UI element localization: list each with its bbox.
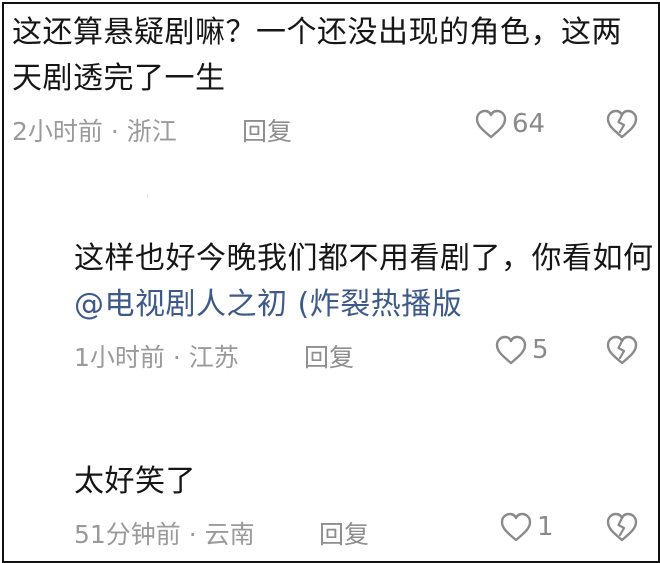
like-count: 1: [537, 512, 554, 542]
comment-meta: 51分钟前 · 云南 回复 1: [74, 511, 654, 551]
broken-heart-icon: [606, 109, 638, 139]
comment-item: 这还算悬疑剧嘛？一个还没出现的角色，这两天剧透完了一生 2小时前 · 浙江 回复…: [12, 10, 652, 148]
comment-meta: 2小时前 · 浙江 回复 64: [12, 108, 652, 148]
like-button[interactable]: 5: [494, 334, 549, 366]
comment-list-frame: 这还算悬疑剧嘛？一个还没出现的角色，这两天剧透完了一生 2小时前 · 浙江 回复…: [2, 2, 660, 563]
comment-text: 这还算悬疑剧嘛？一个还没出现的角色，这两天剧透完了一生: [12, 15, 622, 96]
comment-body: 这样也好今晚我们都不用看剧了，你看如何: [74, 241, 654, 276]
dislike-button[interactable]: [604, 511, 640, 543]
broken-heart-icon: [606, 512, 638, 542]
comment-text: 太好笑了: [74, 464, 196, 499]
comment-time-location: 2小时前 · 浙江: [12, 117, 177, 146]
dislike-button[interactable]: [604, 334, 640, 366]
reply-button[interactable]: 回复: [242, 112, 292, 148]
like-count: 5: [532, 335, 549, 365]
reply-button[interactable]: 回复: [304, 338, 354, 374]
comment-meta: 1小时前 · 江苏 回复 5: [74, 334, 654, 374]
like-button[interactable]: 64: [474, 108, 545, 140]
reply-comment-item: 太好笑了 51分钟前 · 云南 回复 1: [74, 459, 654, 551]
comment-time-location: 51分钟前 · 云南: [74, 520, 255, 549]
like-count: 64: [512, 109, 546, 139]
heart-outline-icon: [495, 335, 527, 365]
heart-outline-icon: [500, 512, 532, 542]
heart-outline-icon: [475, 109, 507, 139]
broken-heart-icon: [606, 335, 638, 365]
comment-text: 这样也好今晚我们都不用看剧了，你看如何 @电视剧人之初 (炸裂热播版: [74, 236, 654, 328]
mention-link[interactable]: @电视剧人之初 (炸裂热播版: [74, 287, 462, 322]
reply-comment-item: 这样也好今晚我们都不用看剧了，你看如何 @电视剧人之初 (炸裂热播版 1小时前 ·…: [74, 236, 654, 374]
like-button[interactable]: 1: [499, 511, 554, 543]
dislike-button[interactable]: [604, 108, 640, 140]
comment-time-location: 1小时前 · 江苏: [74, 343, 239, 372]
reply-button[interactable]: 回复: [319, 515, 369, 551]
divider-mark: [147, 194, 148, 198]
